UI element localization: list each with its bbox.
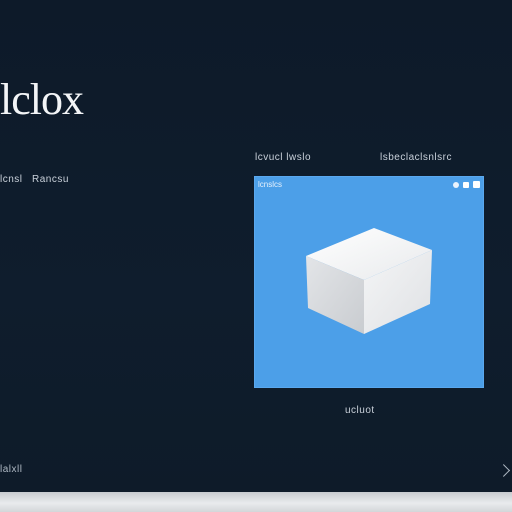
sidebar-label-secondary[interactable]: Rancsu [32,174,69,185]
chevron-icon[interactable] [497,464,511,477]
footer-label[interactable]: lalxll [0,464,22,475]
preview-heading-left[interactable]: lcvucl lwslo [255,152,311,163]
preview-caption: ucluot [345,405,375,416]
sidebar-label[interactable]: lcnsl [0,174,23,185]
app-title: lclox [0,75,84,124]
preview-window[interactable]: lcnslcs [254,176,484,388]
screen: lclox lcnsl Rancsu lcvucl lwslo lsbeclac… [0,0,512,492]
preview-heading-right[interactable]: lsbeclaclsnlsrc [380,152,452,163]
bottom-bezel [0,492,512,512]
cube-icon[interactable] [254,176,484,388]
